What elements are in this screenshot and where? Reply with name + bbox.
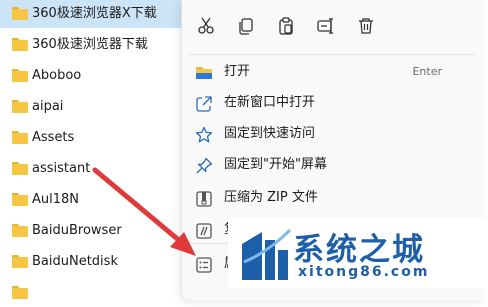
file-name: BaiduBrowser — [32, 223, 122, 238]
file-name: BaiduNetdisk — [32, 254, 118, 269]
menu-divider — [188, 54, 476, 55]
delete-icon[interactable] — [354, 14, 378, 38]
rename-icon[interactable] — [314, 14, 338, 38]
menu-item-label: 打开 — [224, 64, 251, 79]
zip-icon — [195, 190, 213, 208]
paste-icon[interactable] — [274, 14, 298, 38]
menu-item-open[interactable]: 打开 Enter — [182, 56, 482, 88]
file-name: aipai — [32, 99, 64, 114]
watermark-title: 系统之城 — [293, 232, 425, 268]
folder-icon — [195, 64, 213, 82]
file-item[interactable]: Assets — [0, 124, 200, 152]
copy-path-icon — [195, 222, 213, 240]
watermark: 系统之城 xitong86.com — [228, 218, 488, 288]
menu-item-compress-zip[interactable]: 压缩为 ZIP 文件 — [182, 182, 482, 214]
copy-icon[interactable] — [234, 14, 258, 38]
file-name: Assets — [32, 130, 75, 145]
watermark-url: xitong86.com — [298, 264, 430, 280]
open-new-window-icon — [195, 95, 213, 113]
folder-icon — [12, 69, 28, 82]
pin-icon — [195, 157, 213, 175]
file-list: 360极速浏览器X下载 360极速浏览器下载 Aboboo aipai Asse… — [0, 0, 215, 299]
star-icon — [195, 126, 213, 144]
file-item[interactable]: BaiduNetdisk — [0, 248, 200, 276]
menu-item-label: 在新窗口中打开 — [224, 95, 316, 110]
folder-icon — [12, 255, 28, 268]
menu-item-open-new-window[interactable]: 在新窗口中打开 — [182, 87, 482, 119]
folder-icon — [12, 38, 28, 51]
file-name: Aul18N — [32, 192, 80, 207]
menu-item-pin-quick-access[interactable]: 固定到快速访问 — [182, 118, 482, 150]
menu-item-pin-start[interactable]: 固定到"开始"屏幕 — [182, 149, 482, 181]
file-item[interactable]: Aul18N — [0, 186, 200, 214]
file-item[interactable]: assistant — [0, 155, 200, 183]
castle-logo-icon — [242, 228, 292, 280]
file-item[interactable]: Aboboo — [0, 62, 200, 90]
file-item[interactable]: BaiduBrowser — [0, 217, 200, 245]
folder-icon — [12, 224, 28, 237]
folder-icon — [12, 7, 28, 20]
cut-icon[interactable] — [194, 14, 218, 38]
menu-item-label: 固定到快速访问 — [224, 126, 316, 141]
file-name: assistant — [32, 161, 91, 176]
quick-actions-row — [182, 0, 482, 52]
file-name: 360极速浏览器下载 — [32, 37, 148, 52]
properties-icon — [195, 256, 213, 274]
menu-item-label: 压缩为 ZIP 文件 — [224, 190, 318, 205]
folder-icon — [12, 131, 28, 144]
shortcut-text: Enter — [412, 65, 442, 78]
menu-item-label: 固定到"开始"屏幕 — [224, 157, 327, 172]
folder-icon — [12, 193, 28, 206]
file-item[interactable] — [0, 279, 200, 307]
file-item[interactable]: 360极速浏览器下载 — [0, 31, 200, 59]
folder-icon — [12, 100, 28, 113]
file-item[interactable]: aipai — [0, 93, 200, 121]
folder-icon — [12, 162, 28, 175]
file-name: 360极速浏览器X下载 — [32, 6, 157, 21]
file-name: Aboboo — [32, 68, 82, 83]
